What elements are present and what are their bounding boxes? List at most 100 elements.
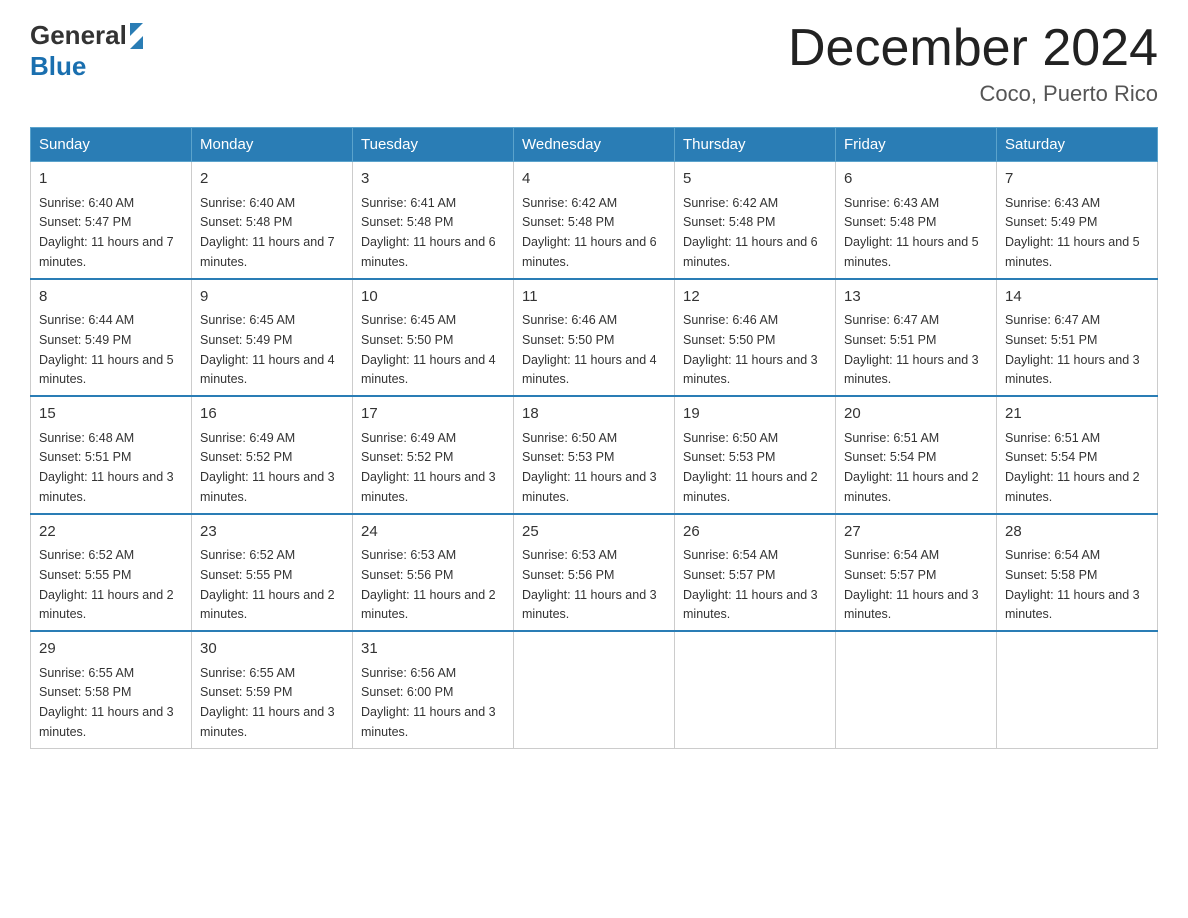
day-info: Sunrise: 6:49 AMSunset: 5:52 PMDaylight:… bbox=[200, 431, 335, 504]
day-cell: 22 Sunrise: 6:52 AMSunset: 5:55 PMDaylig… bbox=[31, 514, 192, 632]
logo-general: General bbox=[30, 20, 127, 51]
day-cell: 4 Sunrise: 6:42 AMSunset: 5:48 PMDayligh… bbox=[514, 162, 675, 279]
day-info: Sunrise: 6:50 AMSunset: 5:53 PMDaylight:… bbox=[683, 431, 818, 504]
day-cell: 20 Sunrise: 6:51 AMSunset: 5:54 PMDaylig… bbox=[836, 396, 997, 514]
day-number: 18 bbox=[522, 403, 666, 426]
day-cell: 30 Sunrise: 6:55 AMSunset: 5:59 PMDaylig… bbox=[192, 631, 353, 748]
day-info: Sunrise: 6:42 AMSunset: 5:48 PMDaylight:… bbox=[683, 196, 818, 269]
day-info: Sunrise: 6:45 AMSunset: 5:49 PMDaylight:… bbox=[200, 313, 335, 386]
day-number: 23 bbox=[200, 521, 344, 544]
week-row-1: 1 Sunrise: 6:40 AMSunset: 5:47 PMDayligh… bbox=[31, 162, 1158, 279]
day-cell: 15 Sunrise: 6:48 AMSunset: 5:51 PMDaylig… bbox=[31, 396, 192, 514]
day-cell: 1 Sunrise: 6:40 AMSunset: 5:47 PMDayligh… bbox=[31, 162, 192, 279]
day-cell: 21 Sunrise: 6:51 AMSunset: 5:54 PMDaylig… bbox=[997, 396, 1158, 514]
calendar-table: SundayMondayTuesdayWednesdayThursdayFrid… bbox=[30, 127, 1158, 749]
week-row-2: 8 Sunrise: 6:44 AMSunset: 5:49 PMDayligh… bbox=[31, 279, 1158, 397]
day-info: Sunrise: 6:40 AMSunset: 5:47 PMDaylight:… bbox=[39, 196, 174, 269]
day-info: Sunrise: 6:43 AMSunset: 5:48 PMDaylight:… bbox=[844, 196, 979, 269]
header-sunday: Sunday bbox=[31, 128, 192, 162]
day-number: 20 bbox=[844, 403, 988, 426]
day-cell: 7 Sunrise: 6:43 AMSunset: 5:49 PMDayligh… bbox=[997, 162, 1158, 279]
day-cell bbox=[836, 631, 997, 748]
day-info: Sunrise: 6:56 AMSunset: 6:00 PMDaylight:… bbox=[361, 666, 496, 739]
day-number: 2 bbox=[200, 168, 344, 191]
day-number: 25 bbox=[522, 521, 666, 544]
day-info: Sunrise: 6:47 AMSunset: 5:51 PMDaylight:… bbox=[844, 313, 979, 386]
day-cell: 29 Sunrise: 6:55 AMSunset: 5:58 PMDaylig… bbox=[31, 631, 192, 748]
day-cell: 25 Sunrise: 6:53 AMSunset: 5:56 PMDaylig… bbox=[514, 514, 675, 632]
day-cell: 11 Sunrise: 6:46 AMSunset: 5:50 PMDaylig… bbox=[514, 279, 675, 397]
day-number: 21 bbox=[1005, 403, 1149, 426]
calendar-body: 1 Sunrise: 6:40 AMSunset: 5:47 PMDayligh… bbox=[31, 162, 1158, 749]
day-number: 17 bbox=[361, 403, 505, 426]
header-wednesday: Wednesday bbox=[514, 128, 675, 162]
day-cell: 5 Sunrise: 6:42 AMSunset: 5:48 PMDayligh… bbox=[675, 162, 836, 279]
header-thursday: Thursday bbox=[675, 128, 836, 162]
page-header: General Blue December 2024 Coco, Puerto … bbox=[30, 20, 1158, 107]
week-row-4: 22 Sunrise: 6:52 AMSunset: 5:55 PMDaylig… bbox=[31, 514, 1158, 632]
day-number: 14 bbox=[1005, 286, 1149, 309]
day-cell: 14 Sunrise: 6:47 AMSunset: 5:51 PMDaylig… bbox=[997, 279, 1158, 397]
day-cell bbox=[675, 631, 836, 748]
header-tuesday: Tuesday bbox=[353, 128, 514, 162]
day-info: Sunrise: 6:54 AMSunset: 5:57 PMDaylight:… bbox=[844, 548, 979, 621]
day-cell: 12 Sunrise: 6:46 AMSunset: 5:50 PMDaylig… bbox=[675, 279, 836, 397]
day-number: 28 bbox=[1005, 521, 1149, 544]
day-number: 26 bbox=[683, 521, 827, 544]
day-cell: 6 Sunrise: 6:43 AMSunset: 5:48 PMDayligh… bbox=[836, 162, 997, 279]
day-cell: 2 Sunrise: 6:40 AMSunset: 5:48 PMDayligh… bbox=[192, 162, 353, 279]
day-number: 9 bbox=[200, 286, 344, 309]
day-info: Sunrise: 6:50 AMSunset: 5:53 PMDaylight:… bbox=[522, 431, 657, 504]
day-cell: 3 Sunrise: 6:41 AMSunset: 5:48 PMDayligh… bbox=[353, 162, 514, 279]
day-number: 8 bbox=[39, 286, 183, 309]
day-cell: 16 Sunrise: 6:49 AMSunset: 5:52 PMDaylig… bbox=[192, 396, 353, 514]
logo-icon: General Blue bbox=[30, 20, 143, 82]
day-number: 11 bbox=[522, 286, 666, 309]
page-subtitle: Coco, Puerto Rico bbox=[788, 81, 1158, 107]
day-number: 15 bbox=[39, 403, 183, 426]
day-number: 12 bbox=[683, 286, 827, 309]
day-info: Sunrise: 6:52 AMSunset: 5:55 PMDaylight:… bbox=[39, 548, 174, 621]
day-cell: 24 Sunrise: 6:53 AMSunset: 5:56 PMDaylig… bbox=[353, 514, 514, 632]
day-info: Sunrise: 6:51 AMSunset: 5:54 PMDaylight:… bbox=[1005, 431, 1140, 504]
day-number: 1 bbox=[39, 168, 183, 191]
day-info: Sunrise: 6:48 AMSunset: 5:51 PMDaylight:… bbox=[39, 431, 174, 504]
day-number: 19 bbox=[683, 403, 827, 426]
logo: General Blue bbox=[30, 20, 143, 82]
day-number: 16 bbox=[200, 403, 344, 426]
day-info: Sunrise: 6:53 AMSunset: 5:56 PMDaylight:… bbox=[361, 548, 496, 621]
day-number: 3 bbox=[361, 168, 505, 191]
day-cell: 18 Sunrise: 6:50 AMSunset: 5:53 PMDaylig… bbox=[514, 396, 675, 514]
day-number: 29 bbox=[39, 638, 183, 661]
day-number: 6 bbox=[844, 168, 988, 191]
day-info: Sunrise: 6:43 AMSunset: 5:49 PMDaylight:… bbox=[1005, 196, 1140, 269]
day-info: Sunrise: 6:53 AMSunset: 5:56 PMDaylight:… bbox=[522, 548, 657, 621]
header-saturday: Saturday bbox=[997, 128, 1158, 162]
header-monday: Monday bbox=[192, 128, 353, 162]
day-cell: 8 Sunrise: 6:44 AMSunset: 5:49 PMDayligh… bbox=[31, 279, 192, 397]
day-info: Sunrise: 6:46 AMSunset: 5:50 PMDaylight:… bbox=[522, 313, 657, 386]
day-info: Sunrise: 6:54 AMSunset: 5:57 PMDaylight:… bbox=[683, 548, 818, 621]
day-number: 4 bbox=[522, 168, 666, 191]
header-friday: Friday bbox=[836, 128, 997, 162]
week-row-5: 29 Sunrise: 6:55 AMSunset: 5:58 PMDaylig… bbox=[31, 631, 1158, 748]
day-info: Sunrise: 6:41 AMSunset: 5:48 PMDaylight:… bbox=[361, 196, 496, 269]
day-info: Sunrise: 6:46 AMSunset: 5:50 PMDaylight:… bbox=[683, 313, 818, 386]
day-number: 30 bbox=[200, 638, 344, 661]
day-info: Sunrise: 6:55 AMSunset: 5:58 PMDaylight:… bbox=[39, 666, 174, 739]
day-cell: 9 Sunrise: 6:45 AMSunset: 5:49 PMDayligh… bbox=[192, 279, 353, 397]
day-info: Sunrise: 6:52 AMSunset: 5:55 PMDaylight:… bbox=[200, 548, 335, 621]
day-info: Sunrise: 6:47 AMSunset: 5:51 PMDaylight:… bbox=[1005, 313, 1140, 386]
day-info: Sunrise: 6:40 AMSunset: 5:48 PMDaylight:… bbox=[200, 196, 335, 269]
day-info: Sunrise: 6:49 AMSunset: 5:52 PMDaylight:… bbox=[361, 431, 496, 504]
day-cell bbox=[997, 631, 1158, 748]
header-row: SundayMondayTuesdayWednesdayThursdayFrid… bbox=[31, 128, 1158, 162]
day-cell: 19 Sunrise: 6:50 AMSunset: 5:53 PMDaylig… bbox=[675, 396, 836, 514]
day-number: 10 bbox=[361, 286, 505, 309]
calendar-header: SundayMondayTuesdayWednesdayThursdayFrid… bbox=[31, 128, 1158, 162]
day-info: Sunrise: 6:54 AMSunset: 5:58 PMDaylight:… bbox=[1005, 548, 1140, 621]
day-cell: 31 Sunrise: 6:56 AMSunset: 6:00 PMDaylig… bbox=[353, 631, 514, 748]
day-cell: 27 Sunrise: 6:54 AMSunset: 5:57 PMDaylig… bbox=[836, 514, 997, 632]
day-cell: 13 Sunrise: 6:47 AMSunset: 5:51 PMDaylig… bbox=[836, 279, 997, 397]
day-cell: 23 Sunrise: 6:52 AMSunset: 5:55 PMDaylig… bbox=[192, 514, 353, 632]
